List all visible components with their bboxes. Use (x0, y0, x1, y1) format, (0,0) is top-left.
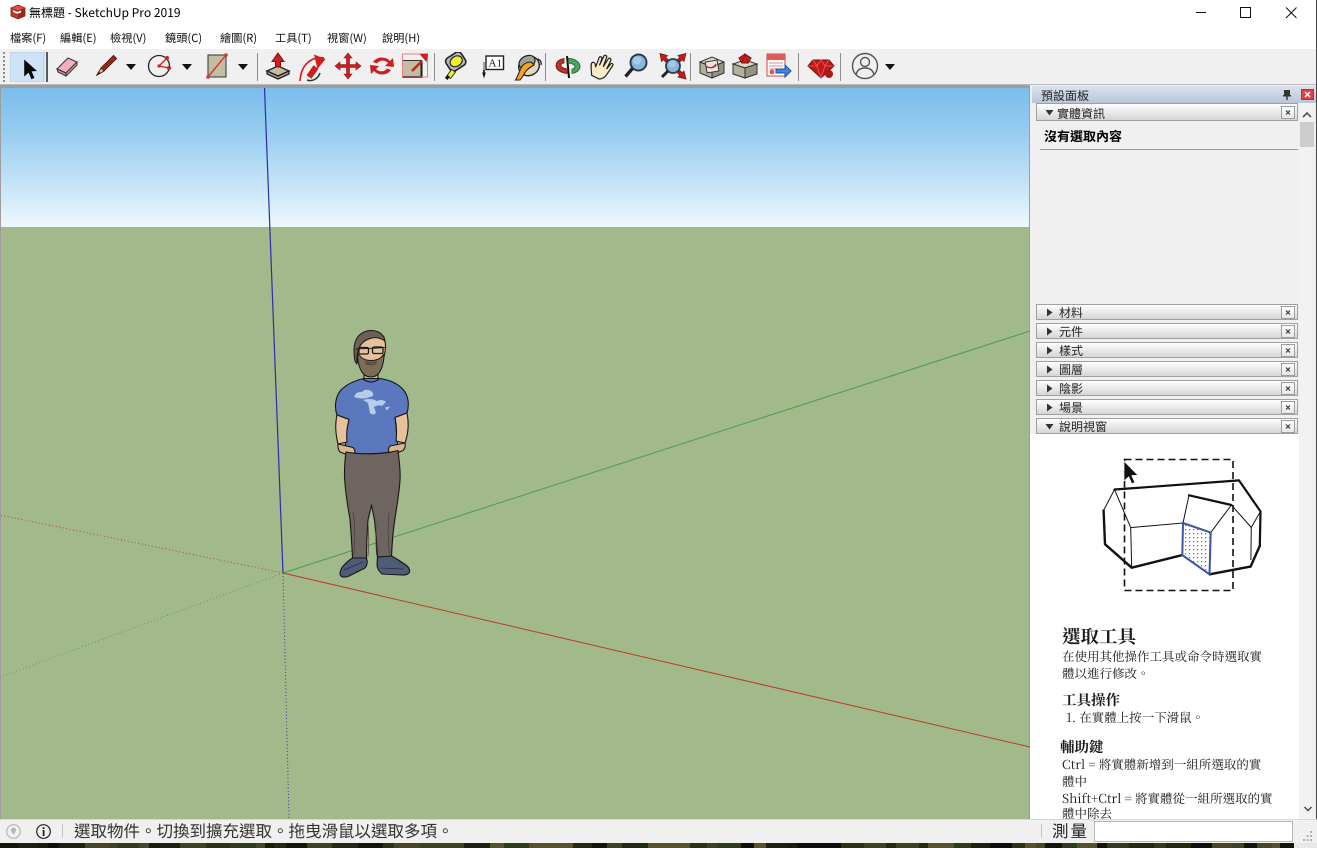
svg-text:A1: A1 (489, 58, 502, 70)
